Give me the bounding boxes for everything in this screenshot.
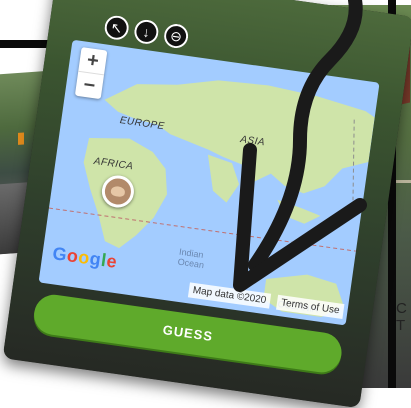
map-label-indian-ocean: Indian Ocean bbox=[177, 246, 205, 271]
zoom-in-button[interactable]: + bbox=[78, 47, 107, 74]
sea-islands bbox=[277, 199, 321, 224]
arrow-northwest-icon[interactable]: ↖ bbox=[103, 14, 131, 42]
arrow-down-icon[interactable]: ↓ bbox=[132, 18, 160, 46]
pin-icon[interactable]: ⊖ bbox=[162, 22, 190, 50]
geoguess-window: ↖ ↓ ⊖ + − EUROPE ASIA AFRICA Indian Ocea… bbox=[2, 0, 411, 408]
traffic-cone bbox=[18, 132, 24, 145]
zoom-out-button[interactable]: − bbox=[74, 70, 105, 100]
guess-map[interactable]: + − EUROPE ASIA AFRICA Indian Ocean OCEA… bbox=[38, 39, 380, 326]
avatar-face bbox=[110, 185, 126, 198]
side-text: C T bbox=[396, 300, 407, 334]
